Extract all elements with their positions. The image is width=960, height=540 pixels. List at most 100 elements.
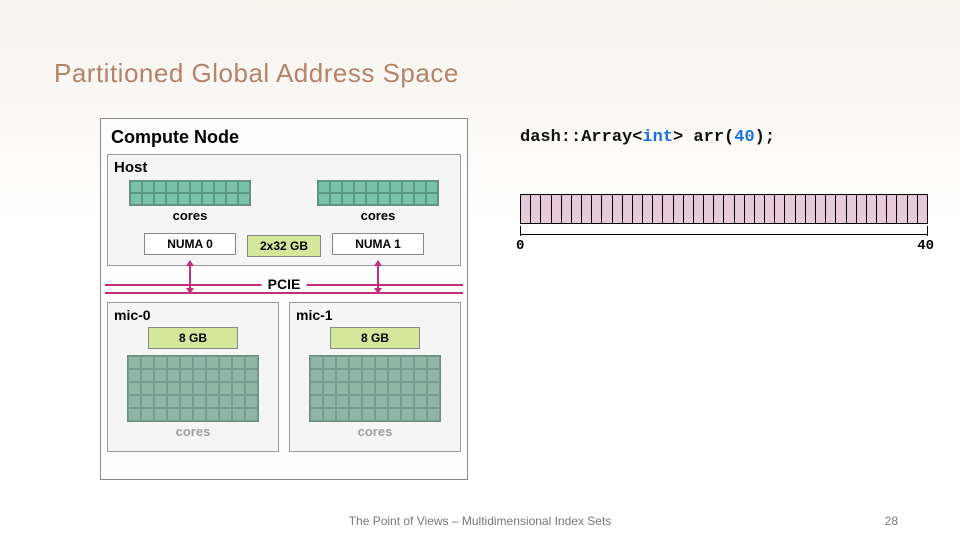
core-cell — [310, 395, 323, 408]
core-cell — [128, 382, 141, 395]
mic1-cores-label: cores — [358, 424, 393, 439]
array-cell — [816, 195, 826, 223]
core-cell — [219, 356, 232, 369]
array-cell — [867, 195, 877, 223]
core-cell — [167, 369, 180, 382]
core-cell — [427, 369, 440, 382]
core-cell — [388, 408, 401, 421]
core-cell — [206, 382, 219, 395]
core-cell — [154, 369, 167, 382]
array-cell — [694, 195, 704, 223]
core-cell — [180, 356, 193, 369]
core-cell — [245, 395, 258, 408]
core-cell — [232, 395, 245, 408]
array-cell — [562, 195, 572, 223]
core-cell — [238, 193, 250, 205]
array-cell — [643, 195, 653, 223]
array-cell — [582, 195, 592, 223]
core-cell — [362, 356, 375, 369]
numa0-core-grid — [129, 180, 251, 206]
core-cell — [414, 356, 427, 369]
pcie-bus: PCIE — [107, 274, 461, 298]
core-cell — [214, 193, 226, 205]
core-cell — [180, 395, 193, 408]
axis-end-label: 40 — [917, 238, 934, 254]
core-cell — [362, 395, 375, 408]
mic0-cores-label: cores — [176, 424, 211, 439]
core-cell — [342, 193, 354, 205]
array-cell — [796, 195, 806, 223]
core-cell — [154, 356, 167, 369]
array-cell — [541, 195, 551, 223]
array-cell — [785, 195, 795, 223]
core-cell — [414, 382, 427, 395]
core-cell — [202, 181, 214, 193]
core-cell — [154, 382, 167, 395]
core-cell — [154, 408, 167, 421]
array-cell — [592, 195, 602, 223]
mic-row: mic-0 8 GB cores mic-1 8 GB cores — [107, 302, 461, 452]
core-cell — [378, 193, 390, 205]
core-cell — [366, 193, 378, 205]
core-cell — [336, 395, 349, 408]
core-cell — [167, 382, 180, 395]
core-cell — [375, 395, 388, 408]
core-cell — [154, 181, 166, 193]
core-cell — [323, 408, 336, 421]
core-cell — [206, 408, 219, 421]
core-cell — [388, 395, 401, 408]
core-cell — [128, 356, 141, 369]
slide-title: Partitioned Global Address Space — [54, 58, 459, 89]
code-type: int — [642, 128, 673, 147]
code-ns: dash::Array< — [520, 128, 642, 147]
core-cell — [167, 395, 180, 408]
core-cell — [154, 193, 166, 205]
core-cell — [402, 193, 414, 205]
code-after: > arr( — [673, 128, 734, 147]
core-cell — [130, 181, 142, 193]
core-cell — [202, 193, 214, 205]
core-cell — [390, 181, 402, 193]
mic1-core-grid — [309, 355, 441, 422]
core-cell — [414, 193, 426, 205]
core-cell — [375, 408, 388, 421]
core-cell — [167, 408, 180, 421]
core-cell — [401, 408, 414, 421]
compute-node-box: Compute Node Host cores NUMA 0 cores NUM… — [100, 118, 468, 480]
core-cell — [193, 395, 206, 408]
core-cell — [362, 408, 375, 421]
core-cell — [427, 395, 440, 408]
array-cell — [836, 195, 846, 223]
pcie-label: PCIE — [262, 276, 307, 292]
core-cell — [388, 369, 401, 382]
core-cell — [310, 382, 323, 395]
numa1-core-grid — [317, 180, 439, 206]
array-cell — [521, 195, 531, 223]
core-cell — [426, 193, 438, 205]
core-cell — [336, 382, 349, 395]
core-cell — [427, 356, 440, 369]
core-cell — [336, 356, 349, 369]
core-cell — [214, 181, 226, 193]
axis-tick-left — [520, 226, 521, 236]
core-cell — [336, 408, 349, 421]
core-cell — [310, 369, 323, 382]
core-cell — [401, 382, 414, 395]
core-cell — [362, 382, 375, 395]
code-snippet: dash::Array<int> arr(40); — [520, 128, 775, 147]
core-cell — [193, 369, 206, 382]
core-cell — [167, 356, 180, 369]
array-cell — [531, 195, 541, 223]
core-cell — [349, 408, 362, 421]
core-cell — [375, 382, 388, 395]
array-cells — [520, 194, 928, 224]
core-cell — [388, 356, 401, 369]
pcie-arrow-left-icon — [185, 260, 195, 294]
core-cell — [232, 369, 245, 382]
array-cell — [663, 195, 673, 223]
array-cell — [877, 195, 887, 223]
core-cell — [310, 408, 323, 421]
core-cell — [226, 181, 238, 193]
array-cell — [653, 195, 663, 223]
array-visual: 0 40 — [520, 194, 928, 252]
